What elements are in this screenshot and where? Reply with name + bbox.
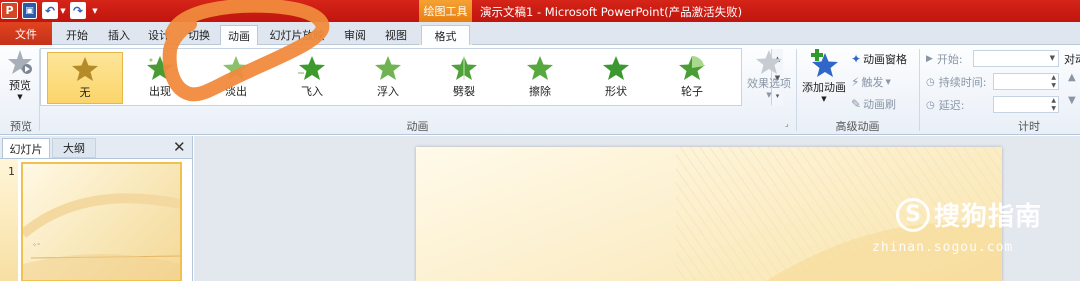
- duration-spinner[interactable]: ▲ ▼: [993, 73, 1059, 90]
- slide-thumbnail[interactable]: ⁘⁼: [21, 162, 182, 281]
- trigger-icon: ⚡: [851, 75, 860, 89]
- move-later-icon[interactable]: ▼: [1068, 95, 1076, 106]
- tab-format[interactable]: 格式: [421, 25, 470, 45]
- preview-star-icon: [8, 50, 32, 74]
- powerpoint-logo-icon[interactable]: P: [1, 2, 18, 19]
- star-float-in-icon: [375, 56, 401, 80]
- duration-label: 持续时间:: [938, 76, 987, 89]
- sogou-logo-icon: S: [896, 197, 930, 232]
- preview-label: 预览: [9, 79, 31, 92]
- preview-button[interactable]: 预览 ▼: [4, 49, 36, 101]
- watermark-url: zhinan.sogou.com: [872, 240, 1014, 255]
- thumbnail-decoration: [23, 193, 180, 280]
- animation-none[interactable]: 无: [47, 52, 123, 104]
- undo-icon[interactable]: ↶: [42, 2, 58, 19]
- animation-pane-icon: ✦: [851, 52, 862, 66]
- animation-group-dialog-launcher-icon[interactable]: ⌟: [785, 119, 789, 128]
- save-icon[interactable]: ▣: [22, 2, 37, 19]
- add-animation-button[interactable]: 添加动画 ▼: [799, 49, 849, 103]
- effect-options-button[interactable]: 效果选项 ▼: [745, 49, 793, 99]
- delay-spinner[interactable]: ▲ ▼: [993, 96, 1059, 113]
- sogou-watermark: S 搜狗指南: [896, 196, 1042, 233]
- slide-list: 1 ⁘⁼: [0, 158, 192, 281]
- star-split-icon: [451, 56, 477, 80]
- animation-label: 擦除: [529, 85, 551, 98]
- animation-gallery: 无 出现 淡出 飞入 浮入 劈裂 擦除 形状 轮子 ▲ ▼ ▾: [40, 48, 783, 106]
- start-dropdown-icon: ▼: [1049, 54, 1055, 62]
- customize-qat-icon[interactable]: ▼: [91, 2, 99, 19]
- trigger-dropdown-icon: ▼: [885, 78, 891, 86]
- group-label-animation: 动画: [406, 120, 429, 133]
- watermark-text: 搜狗指南: [934, 202, 1043, 232]
- start-label-row: ▶ 开始:: [926, 51, 963, 67]
- duration-label-row: ◷ 持续时间:: [926, 74, 986, 90]
- slide-number: 1: [8, 165, 15, 178]
- effect-options-label: 效果选项: [747, 77, 791, 90]
- reorder-label: 对动: [1064, 53, 1080, 66]
- spinner-arrows-icon: ▲ ▼: [1051, 97, 1056, 112]
- trigger-button[interactable]: ⚡ 触发 ▼: [851, 74, 891, 90]
- animation-label: 劈裂: [453, 85, 475, 98]
- trigger-label: 触发: [861, 76, 884, 89]
- effect-options-star-icon: [756, 50, 782, 74]
- start-label: 开始:: [936, 53, 963, 66]
- group-label-preview: 预览: [10, 120, 32, 133]
- delay-label-row: ◷ 延迟:: [926, 97, 964, 113]
- group-label-advanced-animation: 高级动画: [835, 120, 880, 133]
- animation-label: 形状: [605, 85, 627, 98]
- effect-options-dropdown-icon: ▼: [766, 91, 772, 99]
- start-dropdown[interactable]: ▼: [973, 50, 1059, 67]
- animation-painter-button[interactable]: ✎ 动画刷: [851, 96, 896, 112]
- group-label-timing: 计时: [1018, 120, 1040, 133]
- animation-shape[interactable]: 形状: [578, 52, 654, 104]
- window-title: 演示文稿1 - Microsoft PowerPoint(产品激活失败): [480, 5, 743, 19]
- star-wheel-icon: [679, 55, 705, 80]
- move-earlier-icon[interactable]: ▲: [1068, 72, 1076, 83]
- animation-wheel[interactable]: 轮子: [654, 52, 730, 104]
- animation-split[interactable]: 劈裂: [426, 52, 502, 104]
- animation-painter-label: 动画刷: [863, 98, 897, 111]
- animation-painter-icon: ✎: [851, 97, 862, 111]
- animation-label: 轮子: [681, 85, 703, 98]
- slide-pane: 幻灯片 大纲 ✕ 1 ⁘⁼: [0, 136, 193, 281]
- contextual-tab-group-title: 绘图工具: [419, 0, 472, 22]
- start-icon: ▶: [926, 54, 933, 64]
- tab-home[interactable]: 开始: [58, 25, 96, 45]
- delay-icon: ◷: [926, 99, 935, 111]
- add-animation-dropdown-icon: ▼: [821, 95, 827, 103]
- animation-float-in[interactable]: 浮入: [350, 52, 426, 104]
- tab-insert[interactable]: 插入: [100, 25, 138, 45]
- tab-review[interactable]: 审阅: [338, 25, 372, 45]
- preview-dropdown-icon[interactable]: ▼: [17, 93, 22, 101]
- tab-file[interactable]: 文件: [0, 22, 52, 45]
- redo-icon[interactable]: ↷: [70, 2, 86, 19]
- orange-annotation-scribble: [162, 0, 330, 102]
- undo-dropdown-icon[interactable]: ▼: [59, 2, 67, 19]
- animation-label: 浮入: [377, 85, 399, 98]
- tab-slides[interactable]: 幻灯片: [2, 138, 50, 158]
- star-wipe-icon: [527, 56, 553, 80]
- add-animation-star-icon: [811, 49, 838, 77]
- animation-wipe[interactable]: 擦除: [502, 52, 578, 104]
- spinner-arrows-icon: ▲ ▼: [1051, 74, 1056, 89]
- animation-pane-label: 动画窗格: [863, 53, 908, 66]
- animation-pane-button[interactable]: ✦ 动画窗格: [851, 51, 907, 67]
- add-animation-label: 添加动画: [802, 81, 846, 94]
- star-none-icon: [72, 57, 98, 81]
- delay-label: 延迟:: [938, 99, 965, 112]
- close-icon[interactable]: ✕: [173, 138, 186, 156]
- tab-outline[interactable]: 大纲: [52, 138, 96, 158]
- animation-label: 无: [79, 86, 91, 99]
- duration-icon: ◷: [926, 76, 935, 88]
- star-shape-icon: [603, 56, 629, 80]
- tab-view[interactable]: 视图: [378, 25, 414, 45]
- thumbnail-placeholder-mark: ⁘⁼: [32, 242, 41, 249]
